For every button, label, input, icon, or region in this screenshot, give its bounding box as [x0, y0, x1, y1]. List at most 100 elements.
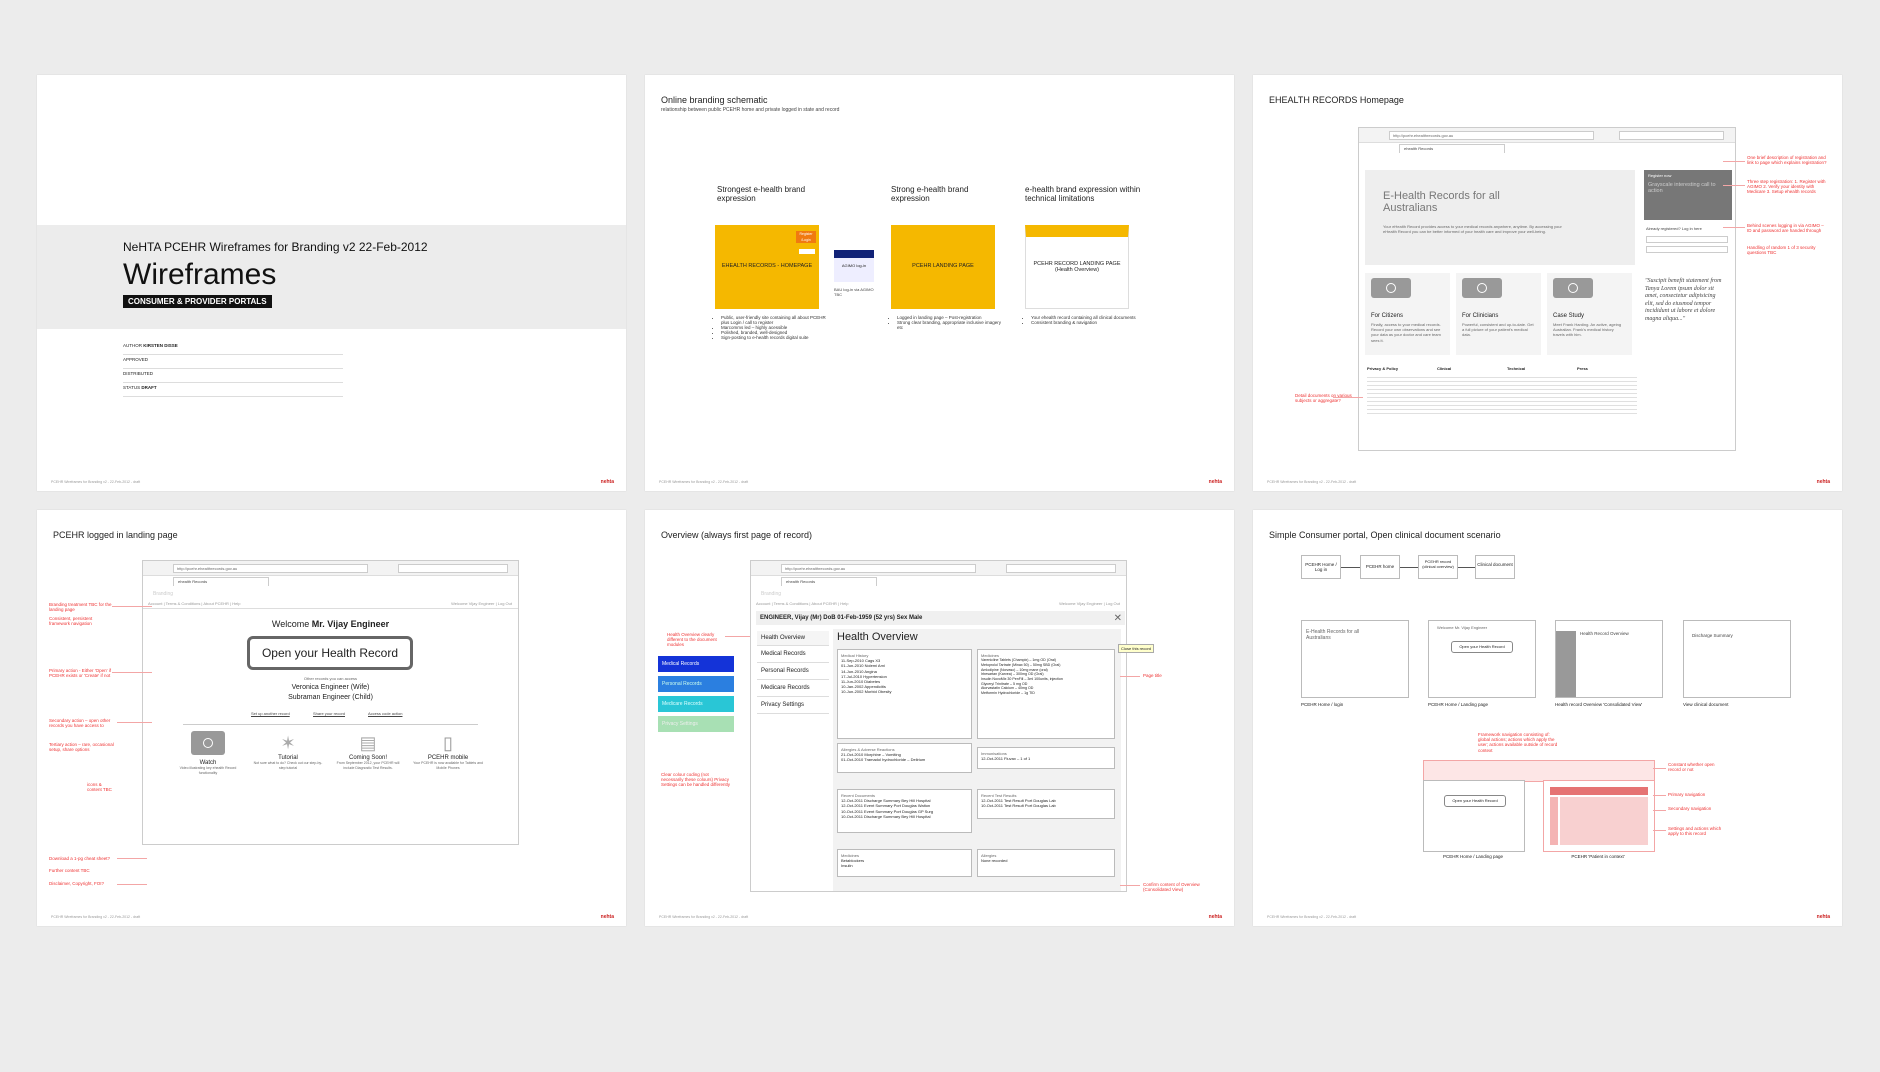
- search-bar[interactable]: [398, 564, 508, 573]
- nav-health-overview[interactable]: Health Overview: [757, 631, 829, 646]
- browser-toolbar: http://pcehr.ehealthrecords.gov.au: [1359, 128, 1735, 143]
- other-record[interactable]: Subraman Engineer (Child): [143, 694, 518, 701]
- annotation-line: [1120, 676, 1140, 677]
- documents-icon: ▤: [359, 733, 377, 753]
- meta-row: STATUS DRAFT: [123, 383, 343, 397]
- annotation: Consistent, persistent framework navigat…: [49, 616, 93, 627]
- annotation: Branding treatment TBC for the landing p…: [49, 602, 112, 613]
- nav-medical-records[interactable]: Medical Records: [757, 646, 829, 663]
- links-col: Technical: [1507, 366, 1526, 371]
- annotation-line: [117, 722, 152, 723]
- nehta-logo: nehta: [1816, 479, 1830, 485]
- tile-coming-soon[interactable]: ▤ Coming Soon! From September 2012, your…: [333, 731, 403, 770]
- card-clinicians[interactable]: For Clinicians Powerful, consistent and …: [1456, 273, 1541, 355]
- divider: [143, 608, 518, 609]
- thumb-document[interactable]: Discharge Summary: [1683, 620, 1791, 698]
- browser-tab[interactable]: ehealth Records: [1399, 144, 1505, 153]
- meta-label: APPROVED: [123, 357, 149, 362]
- card-title: For Citizens: [1371, 313, 1404, 319]
- nav-privacy-settings[interactable]: Privacy Settings: [757, 697, 829, 714]
- user-field[interactable]: [1646, 236, 1728, 243]
- thumb-landing[interactable]: Welcome Mr. Vijay Engineer Open your Hea…: [1428, 620, 1536, 698]
- meta-label: STATUS: [123, 385, 141, 390]
- annotation: Three step registration: 1. Register wit…: [1747, 179, 1826, 195]
- nav-links[interactable]: Account | Terms & Conditions | About PCE…: [756, 601, 848, 606]
- search-bar[interactable]: [1619, 131, 1724, 140]
- nav-medicare-colour[interactable]: Medicare Records: [658, 696, 734, 712]
- annotation: Primary navigation: [1668, 792, 1706, 797]
- nehta-logo: nehta: [600, 914, 614, 920]
- welcome-text: Welcome: [271, 619, 310, 629]
- card-title: For Clinicians: [1462, 313, 1499, 319]
- browser-tab[interactable]: ehealth Records: [173, 577, 269, 586]
- divider: [183, 724, 478, 725]
- detail-caption: PCEHR 'Patient in context': [1571, 854, 1625, 859]
- nav-medicare-records[interactable]: Medicare Records: [757, 680, 829, 697]
- search-bar[interactable]: [1006, 564, 1116, 573]
- share-link[interactable]: Share your record: [313, 711, 345, 716]
- tile-tutorial[interactable]: ✶ Tutorial Not sure what to do? Check ou…: [253, 731, 323, 770]
- thumb-caption: PCEHR Home / Landing page: [1428, 702, 1489, 707]
- card-citizens[interactable]: For Citizens Finally, access to your med…: [1365, 273, 1450, 355]
- primary-nav: [1550, 797, 1558, 845]
- panel-row[interactable]: 10-Oct-2011 Test Result Port Douglas Lab: [981, 803, 1111, 808]
- thumb-head: Welcome Mr. Vijay Engineer: [1437, 625, 1488, 630]
- panel-documents: Recent Documents 12-Oct-2011 Discharge S…: [837, 789, 972, 833]
- access-code-link[interactable]: Access code action: [368, 711, 402, 716]
- annotation-line: [1653, 795, 1666, 796]
- panel-row[interactable]: 10-Oct-2011 Discharge Summary Bey Hill H…: [841, 814, 968, 819]
- register-panel[interactable]: Register now Grayscale interesting call …: [1644, 170, 1732, 220]
- user-links[interactable]: Welcome Vijay Engineer | Log Out: [451, 601, 512, 606]
- slide-branding-schematic: Online branding schematic relationship b…: [645, 75, 1234, 491]
- setup-link[interactable]: Set up another record: [251, 711, 290, 716]
- annotation-line: [1723, 185, 1745, 186]
- password-field[interactable]: [1646, 246, 1728, 253]
- annotation-line: [117, 858, 147, 859]
- url-bar[interactable]: http://pcehr.ehealthrecords.gov.au: [173, 564, 368, 573]
- annotation: icons & content TBC: [87, 782, 112, 793]
- nav-personal-colour[interactable]: Personal Records: [658, 676, 734, 692]
- browser-tab[interactable]: ehealth Records: [781, 577, 877, 586]
- register-tag: Register /Login: [796, 231, 816, 243]
- annotation-line: [1653, 830, 1666, 831]
- open-record-button[interactable]: Open your Health Record: [247, 636, 413, 670]
- quote: "Suscipit benefit statement from Tanya L…: [1645, 278, 1722, 322]
- nav-privacy-colour[interactable]: Privacy Settings: [658, 716, 734, 732]
- branding-label: Branding: [153, 591, 174, 597]
- user-links[interactable]: Welcome Vijay Engineer | Log Out: [1059, 601, 1120, 606]
- tile-body: From September 2012, your PCEHR will inc…: [336, 761, 400, 770]
- panel-medicines: Medicines Varenicline Tablets (Champix) …: [977, 649, 1115, 739]
- close-icon[interactable]: ✕: [1114, 613, 1122, 624]
- nav-links[interactable]: Account | Terms & Conditions | About PCE…: [148, 601, 240, 606]
- nehta-logo: nehta: [600, 479, 614, 485]
- tile-watch[interactable]: Watch Video illustrating key ehealth Rec…: [173, 731, 243, 775]
- detail-open-button[interactable]: Open your Health Record: [1444, 795, 1506, 807]
- thumb-overview[interactable]: Health Record Overview: [1555, 620, 1663, 698]
- flow-arrow: [1458, 567, 1475, 568]
- annotation: Framework navigation consisting of: glob…: [1478, 732, 1558, 753]
- tile-mobile[interactable]: ▯ PCEHR mobile Your PCEHR is now availab…: [413, 731, 483, 770]
- thumb-home[interactable]: E-Health Records for all Australians: [1301, 620, 1409, 698]
- annotation: Secondary action – open other records yo…: [49, 718, 111, 729]
- slide-consumer-scenario: Simple Consumer portal, Open clinical do…: [1253, 510, 1842, 926]
- video-icon: [191, 731, 225, 755]
- nav-personal-records[interactable]: Personal Records: [757, 663, 829, 680]
- annotation-line: [1723, 161, 1745, 162]
- thumb-open-button[interactable]: Open your Health Record: [1451, 641, 1513, 653]
- login-label: Already registered? Log in here: [1646, 226, 1702, 231]
- url-bar[interactable]: http://pcehr.ehealthrecords.gov.au: [1389, 131, 1594, 140]
- hero-body: Your eHealth Record provides access to y…: [1383, 224, 1562, 235]
- annotation-line: [725, 636, 750, 637]
- annotation: One brief description of registration an…: [1747, 155, 1827, 166]
- tile-body: Not sure what to do? Check out our step-…: [253, 761, 323, 770]
- register-body: Grayscale interesting call to action: [1648, 182, 1716, 194]
- card-case-study[interactable]: Case Study Meet Frank Harding. An active…: [1547, 273, 1632, 355]
- other-record[interactable]: Veronica Engineer (Wife): [143, 684, 518, 691]
- annotation: Health Overview clearly different to the…: [667, 632, 717, 648]
- nav-medical-colour[interactable]: Medical Records: [658, 656, 734, 672]
- annotation: Detail documents on various subjects or …: [1295, 393, 1352, 404]
- mobile-icon: ▯: [443, 733, 453, 753]
- thumb-nav: [1556, 631, 1576, 697]
- card-body: Powerful, consistent and up-to-date. Get…: [1462, 322, 1534, 338]
- url-bar[interactable]: http://pcehr.ehealthrecords.gov.au: [781, 564, 976, 573]
